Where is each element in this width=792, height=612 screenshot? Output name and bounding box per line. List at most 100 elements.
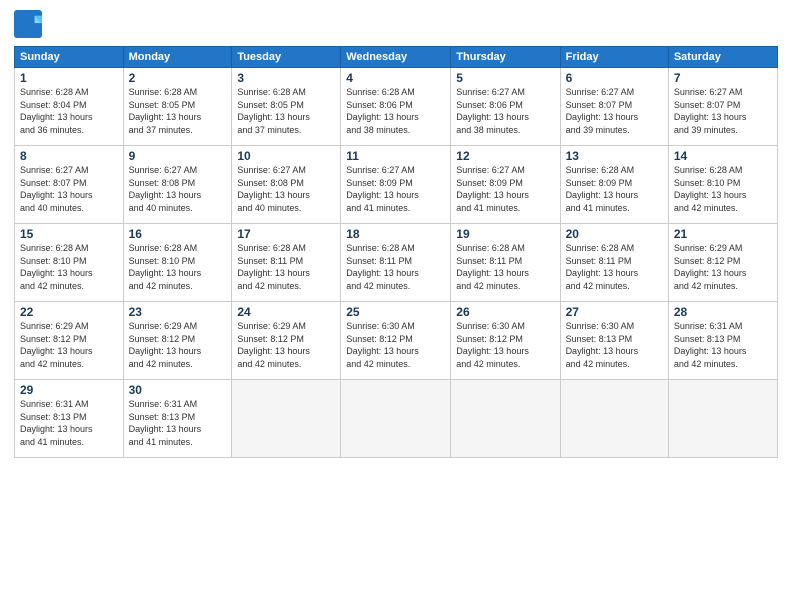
day-number: 16	[129, 227, 227, 241]
day-info: Sunrise: 6:27 AM Sunset: 8:07 PM Dayligh…	[566, 86, 663, 136]
calendar-cell: 16Sunrise: 6:28 AM Sunset: 8:10 PM Dayli…	[123, 224, 232, 302]
calendar-cell: 5Sunrise: 6:27 AM Sunset: 8:06 PM Daylig…	[451, 68, 560, 146]
calendar-cell: 2Sunrise: 6:28 AM Sunset: 8:05 PM Daylig…	[123, 68, 232, 146]
day-info: Sunrise: 6:30 AM Sunset: 8:13 PM Dayligh…	[566, 320, 663, 370]
day-info: Sunrise: 6:27 AM Sunset: 8:09 PM Dayligh…	[456, 164, 554, 214]
day-info: Sunrise: 6:27 AM Sunset: 8:09 PM Dayligh…	[346, 164, 445, 214]
day-number: 10	[237, 149, 335, 163]
calendar-cell: 12Sunrise: 6:27 AM Sunset: 8:09 PM Dayli…	[451, 146, 560, 224]
calendar-cell: 7Sunrise: 6:27 AM Sunset: 8:07 PM Daylig…	[668, 68, 777, 146]
day-info: Sunrise: 6:28 AM Sunset: 8:05 PM Dayligh…	[237, 86, 335, 136]
calendar-cell: 30Sunrise: 6:31 AM Sunset: 8:13 PM Dayli…	[123, 380, 232, 458]
day-number: 19	[456, 227, 554, 241]
day-info: Sunrise: 6:27 AM Sunset: 8:08 PM Dayligh…	[237, 164, 335, 214]
day-number: 1	[20, 71, 118, 85]
calendar-cell	[341, 380, 451, 458]
calendar-cell: 21Sunrise: 6:29 AM Sunset: 8:12 PM Dayli…	[668, 224, 777, 302]
weekday-header: Monday	[123, 47, 232, 68]
day-info: Sunrise: 6:27 AM Sunset: 8:08 PM Dayligh…	[129, 164, 227, 214]
weekday-header: Friday	[560, 47, 668, 68]
day-number: 18	[346, 227, 445, 241]
calendar-cell	[232, 380, 341, 458]
day-info: Sunrise: 6:28 AM Sunset: 8:05 PM Dayligh…	[129, 86, 227, 136]
day-info: Sunrise: 6:28 AM Sunset: 8:10 PM Dayligh…	[129, 242, 227, 292]
day-number: 11	[346, 149, 445, 163]
weekday-header: Tuesday	[232, 47, 341, 68]
calendar-cell: 17Sunrise: 6:28 AM Sunset: 8:11 PM Dayli…	[232, 224, 341, 302]
day-info: Sunrise: 6:28 AM Sunset: 8:11 PM Dayligh…	[346, 242, 445, 292]
calendar-cell: 20Sunrise: 6:28 AM Sunset: 8:11 PM Dayli…	[560, 224, 668, 302]
calendar-cell: 14Sunrise: 6:28 AM Sunset: 8:10 PM Dayli…	[668, 146, 777, 224]
day-info: Sunrise: 6:31 AM Sunset: 8:13 PM Dayligh…	[20, 398, 118, 448]
day-number: 14	[674, 149, 772, 163]
day-number: 21	[674, 227, 772, 241]
day-info: Sunrise: 6:31 AM Sunset: 8:13 PM Dayligh…	[674, 320, 772, 370]
calendar-week-row: 29Sunrise: 6:31 AM Sunset: 8:13 PM Dayli…	[15, 380, 778, 458]
weekday-header: Saturday	[668, 47, 777, 68]
day-number: 27	[566, 305, 663, 319]
calendar-cell	[668, 380, 777, 458]
day-number: 9	[129, 149, 227, 163]
day-number: 2	[129, 71, 227, 85]
day-info: Sunrise: 6:29 AM Sunset: 8:12 PM Dayligh…	[237, 320, 335, 370]
day-info: Sunrise: 6:30 AM Sunset: 8:12 PM Dayligh…	[456, 320, 554, 370]
day-info: Sunrise: 6:28 AM Sunset: 8:11 PM Dayligh…	[237, 242, 335, 292]
day-info: Sunrise: 6:27 AM Sunset: 8:06 PM Dayligh…	[456, 86, 554, 136]
calendar-cell: 15Sunrise: 6:28 AM Sunset: 8:10 PM Dayli…	[15, 224, 124, 302]
day-info: Sunrise: 6:28 AM Sunset: 8:09 PM Dayligh…	[566, 164, 663, 214]
day-info: Sunrise: 6:28 AM Sunset: 8:04 PM Dayligh…	[20, 86, 118, 136]
day-info: Sunrise: 6:28 AM Sunset: 8:06 PM Dayligh…	[346, 86, 445, 136]
weekday-header: Sunday	[15, 47, 124, 68]
day-number: 30	[129, 383, 227, 397]
day-info: Sunrise: 6:28 AM Sunset: 8:10 PM Dayligh…	[674, 164, 772, 214]
day-number: 3	[237, 71, 335, 85]
calendar-cell: 18Sunrise: 6:28 AM Sunset: 8:11 PM Dayli…	[341, 224, 451, 302]
day-info: Sunrise: 6:30 AM Sunset: 8:12 PM Dayligh…	[346, 320, 445, 370]
calendar-week-row: 22Sunrise: 6:29 AM Sunset: 8:12 PM Dayli…	[15, 302, 778, 380]
day-number: 20	[566, 227, 663, 241]
day-info: Sunrise: 6:28 AM Sunset: 8:11 PM Dayligh…	[456, 242, 554, 292]
calendar-cell	[451, 380, 560, 458]
logo	[14, 10, 44, 38]
day-number: 24	[237, 305, 335, 319]
calendar-cell: 23Sunrise: 6:29 AM Sunset: 8:12 PM Dayli…	[123, 302, 232, 380]
calendar-cell: 4Sunrise: 6:28 AM Sunset: 8:06 PM Daylig…	[341, 68, 451, 146]
day-number: 28	[674, 305, 772, 319]
calendar-cell: 8Sunrise: 6:27 AM Sunset: 8:07 PM Daylig…	[15, 146, 124, 224]
day-number: 23	[129, 305, 227, 319]
calendar-cell: 9Sunrise: 6:27 AM Sunset: 8:08 PM Daylig…	[123, 146, 232, 224]
calendar-cell: 27Sunrise: 6:30 AM Sunset: 8:13 PM Dayli…	[560, 302, 668, 380]
calendar-cell: 25Sunrise: 6:30 AM Sunset: 8:12 PM Dayli…	[341, 302, 451, 380]
calendar-week-row: 15 Sunrise: 6:28 AM Sunset: 8:10 PM Dayli…	[15, 224, 778, 302]
day-info: Sunrise: 6:27 AM Sunset: 8:07 PM Dayligh…	[20, 164, 118, 214]
day-number: 4	[346, 71, 445, 85]
day-number: 29	[20, 383, 118, 397]
day-number: 13	[566, 149, 663, 163]
calendar-cell: 11Sunrise: 6:27 AM Sunset: 8:09 PM Dayli…	[341, 146, 451, 224]
day-number: 22	[20, 305, 118, 319]
day-number: 8	[20, 149, 118, 163]
day-info: Sunrise: 6:31 AM Sunset: 8:13 PM Dayligh…	[129, 398, 227, 448]
day-number: 5	[456, 71, 554, 85]
weekday-header: Thursday	[451, 47, 560, 68]
day-info: Sunrise: 6:29 AM Sunset: 8:12 PM Dayligh…	[20, 320, 118, 370]
calendar-cell: 22Sunrise: 6:29 AM Sunset: 8:12 PM Dayli…	[15, 302, 124, 380]
calendar-cell: 29Sunrise: 6:31 AM Sunset: 8:13 PM Dayli…	[15, 380, 124, 458]
calendar-cell: 3Sunrise: 6:28 AM Sunset: 8:05 PM Daylig…	[232, 68, 341, 146]
day-info: Sunrise: 6:29 AM Sunset: 8:12 PM Dayligh…	[674, 242, 772, 292]
day-info: Sunrise: 6:29 AM Sunset: 8:12 PM Dayligh…	[129, 320, 227, 370]
day-number: 7	[674, 71, 772, 85]
day-info: Sunrise: 6:28 AM Sunset: 8:11 PM Dayligh…	[566, 242, 663, 292]
day-number: 17	[237, 227, 335, 241]
calendar-cell: 6Sunrise: 6:27 AM Sunset: 8:07 PM Daylig…	[560, 68, 668, 146]
day-number: 26	[456, 305, 554, 319]
calendar-cell: 1Sunrise: 6:28 AM Sunset: 8:04 PM Daylig…	[15, 68, 124, 146]
day-info: Sunrise: 6:27 AM Sunset: 8:07 PM Dayligh…	[674, 86, 772, 136]
calendar-cell: 10Sunrise: 6:27 AM Sunset: 8:08 PM Dayli…	[232, 146, 341, 224]
calendar-cell	[560, 380, 668, 458]
weekday-header-row: SundayMondayTuesdayWednesdayThursdayFrid…	[15, 47, 778, 68]
day-number: 25	[346, 305, 445, 319]
calendar-week-row: 8Sunrise: 6:27 AM Sunset: 8:07 PM Daylig…	[15, 146, 778, 224]
calendar-cell: 13Sunrise: 6:28 AM Sunset: 8:09 PM Dayli…	[560, 146, 668, 224]
day-number: 15	[20, 227, 118, 241]
